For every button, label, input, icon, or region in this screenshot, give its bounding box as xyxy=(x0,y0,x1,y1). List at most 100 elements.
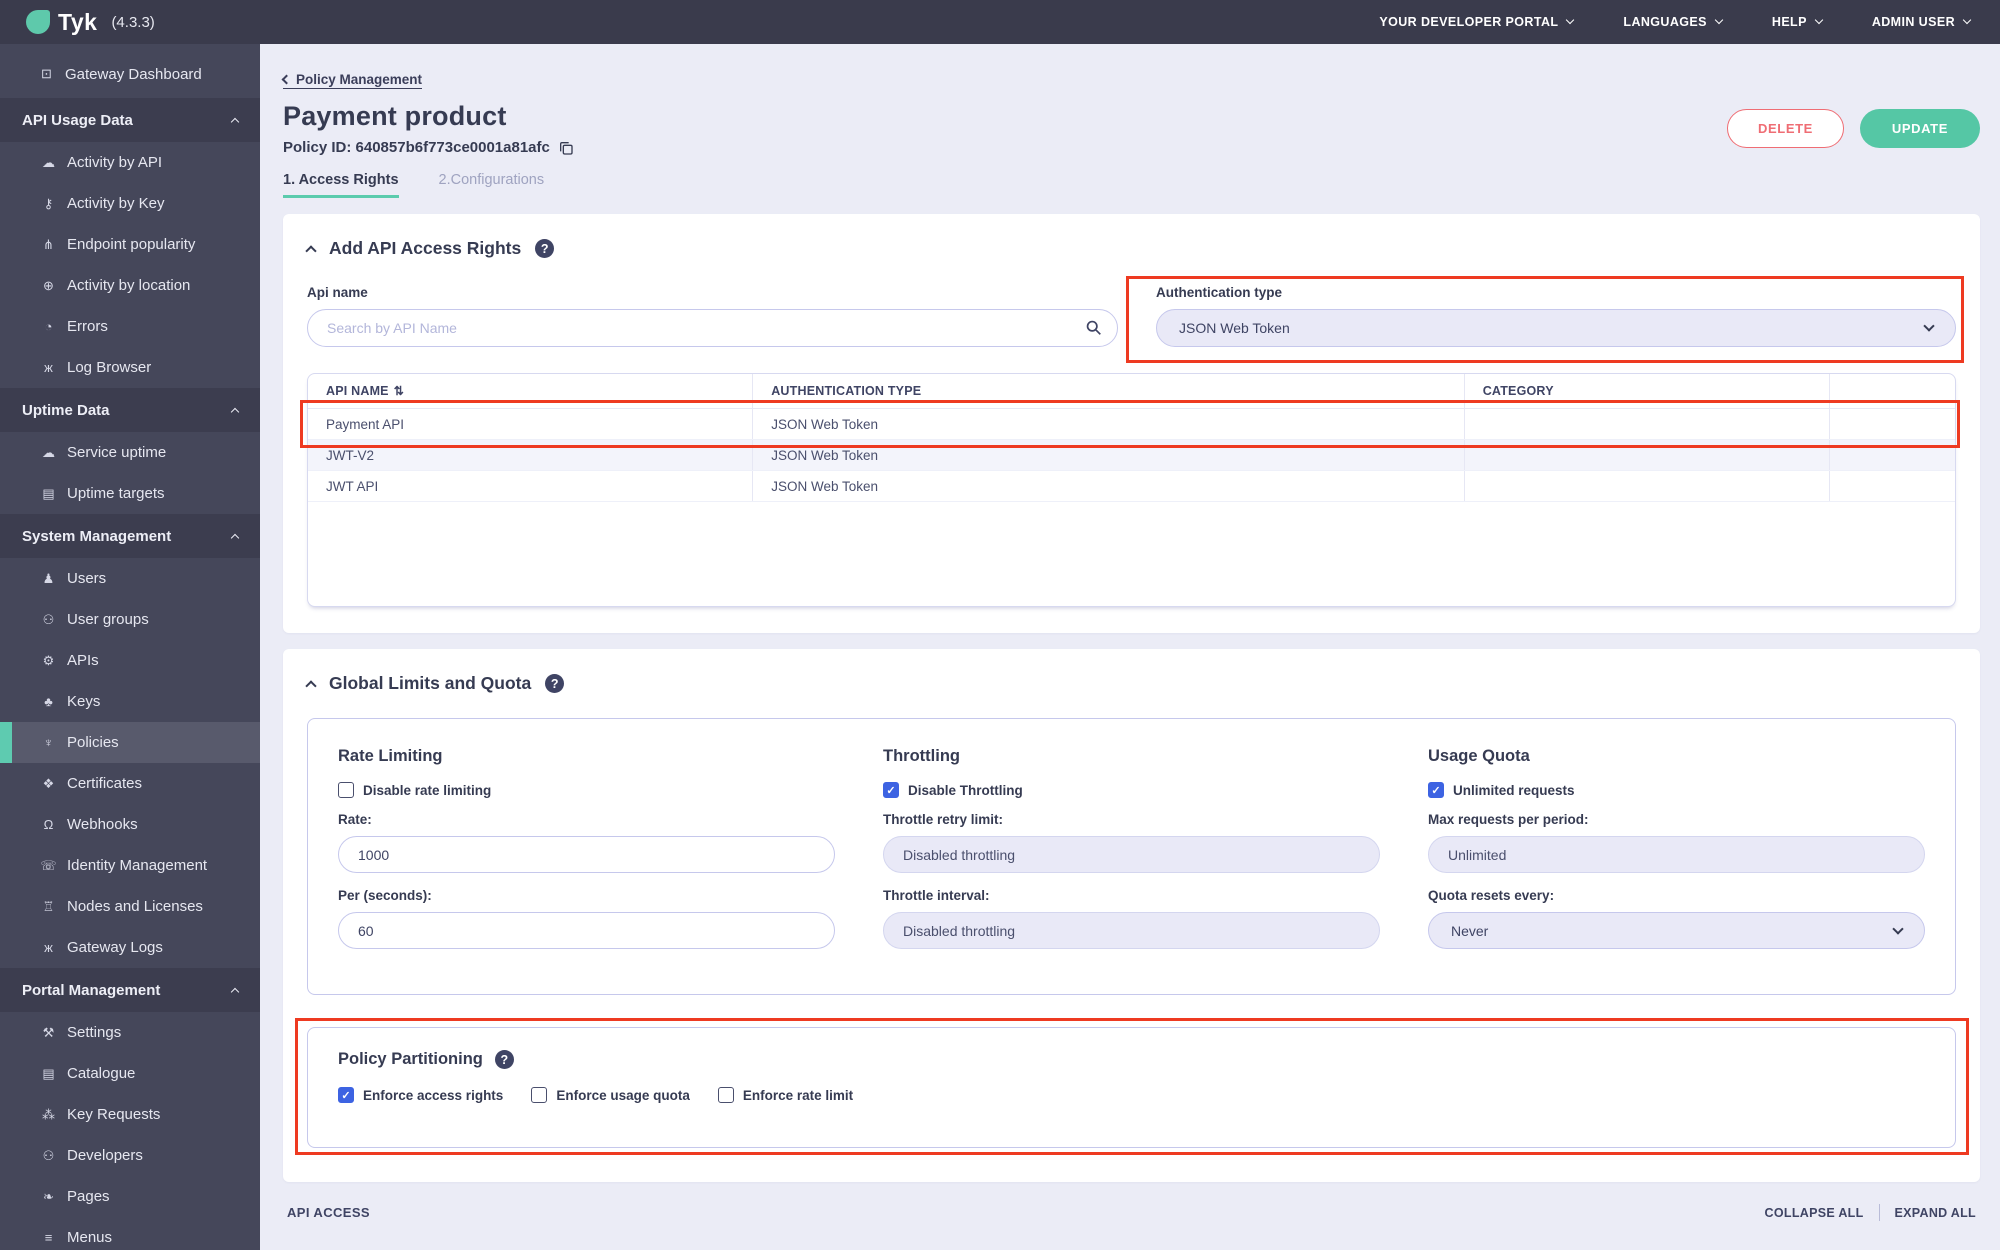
sidebar-item-webhooks[interactable]: Ω Webhooks xyxy=(0,804,260,845)
list-icon: ▤ xyxy=(42,1065,55,1081)
sidebar-item-endpoint-popularity[interactable]: ⋔ Endpoint popularity xyxy=(0,224,260,265)
disable-rate-limiting-checkbox-row[interactable]: Disable rate limiting xyxy=(338,782,835,798)
per-seconds-input[interactable] xyxy=(338,912,835,949)
sidebar-item-gateway-dashboard[interactable]: ⊡ Gateway Dashboard xyxy=(0,50,260,98)
copy-icon[interactable] xyxy=(558,140,574,156)
table-row-payment-api[interactable]: Payment API JSON Web Token xyxy=(308,408,1955,440)
max-requests-label: Max requests per period: xyxy=(1428,812,1589,827)
enforce-usage-quota-checkbox-row[interactable]: Enforce usage quota xyxy=(531,1087,690,1103)
breadcrumb[interactable]: Policy Management xyxy=(281,72,423,89)
table-row-jwt-v2[interactable]: JWT-V2 JSON Web Token xyxy=(308,439,1955,471)
sidebar-item-activity-by-api[interactable]: ☁ Activity by API xyxy=(0,142,260,183)
delete-button[interactable]: DELETE xyxy=(1727,109,1844,148)
sidebar-item-key-requests[interactable]: ⁂ Key Requests xyxy=(0,1094,260,1135)
sidebar: ⊡ Gateway Dashboard API Usage Data ☁ Act… xyxy=(0,44,260,1250)
usage-quota-title: Usage Quota xyxy=(1428,747,1530,765)
menu-help[interactable]: HELP xyxy=(1772,15,1824,29)
api-name-label: Api name xyxy=(307,285,368,300)
user-icon: ♟ xyxy=(42,570,55,586)
throttling-title: Throttling xyxy=(883,747,960,765)
chevron-up-icon xyxy=(230,117,240,127)
sidebar-item-nodes-and-licenses[interactable]: ♖ Nodes and Licenses xyxy=(0,886,260,927)
auth-type-select[interactable]: JSON Web Token xyxy=(1156,309,1956,347)
users-icon: ⚇ xyxy=(42,611,55,627)
handset-icon: ☏ xyxy=(40,857,57,873)
enforce-rate-limit-checkbox[interactable] xyxy=(717,1087,734,1103)
throttling-column: Throttling Disable Throttling Throttle r… xyxy=(883,747,1380,964)
sidebar-item-service-uptime[interactable]: ☁ Service uptime xyxy=(0,432,260,473)
sidebar-item-developers[interactable]: ⚇ Developers xyxy=(0,1135,260,1176)
sort-icon[interactable]: ⇅ xyxy=(394,384,404,398)
tab-configurations[interactable]: 2.Configurations xyxy=(439,172,545,198)
section-title: Add API Access Rights xyxy=(329,238,522,258)
update-button[interactable]: UPDATE xyxy=(1859,109,1980,148)
sidebar-section-portal-management[interactable]: Portal Management xyxy=(0,968,260,1012)
sidebar-item-policies[interactable]: ♆ Policies xyxy=(0,722,260,763)
collapse-section-icon[interactable] xyxy=(305,244,317,257)
unlimited-requests-checkbox-row[interactable]: Unlimited requests xyxy=(1428,782,1925,798)
footer-bar: API ACCESS COLLAPSE ALL EXPAND ALL xyxy=(283,1204,1980,1221)
sidebar-section-api-usage-data[interactable]: API Usage Data xyxy=(0,98,260,142)
global-limits-card: Global Limits and Quota ? Rate Limiting … xyxy=(283,649,1980,1182)
tyk-logo[interactable]: Tyk (4.3.3) xyxy=(26,9,155,36)
disable-throttling-checkbox[interactable] xyxy=(883,782,899,798)
rate-label: Rate: xyxy=(338,812,372,827)
rate-limiting-column: Rate Limiting Disable rate limiting Rate… xyxy=(338,747,835,964)
sidebar-section-system-management[interactable]: System Management xyxy=(0,514,260,558)
menu-admin-user[interactable]: ADMIN USER xyxy=(1872,15,1972,29)
api-name-search-input[interactable] xyxy=(307,309,1118,347)
plug-icon: ♆ xyxy=(43,735,54,750)
rate-input[interactable] xyxy=(338,836,835,873)
collapse-all-button[interactable]: COLLAPSE ALL xyxy=(1765,1206,1864,1220)
sidebar-item-uptime-targets[interactable]: ▤ Uptime targets xyxy=(0,473,260,514)
sidebar-item-apis[interactable]: ⚙ APIs xyxy=(0,640,260,681)
tab-access-rights[interactable]: 1. Access Rights xyxy=(283,172,399,198)
limits-panel: Rate Limiting Disable rate limiting Rate… xyxy=(307,718,1956,995)
logo-text: Tyk xyxy=(58,8,98,35)
sidebar-item-user-groups[interactable]: ⚇ User groups xyxy=(0,599,260,640)
sidebar-item-settings[interactable]: ⚒ Settings xyxy=(0,1012,260,1053)
enforce-rate-limit-checkbox-row[interactable]: Enforce rate limit xyxy=(717,1087,853,1103)
help-icon[interactable]: ? xyxy=(545,674,565,693)
sidebar-item-keys[interactable]: ♣ Keys xyxy=(0,681,260,722)
version-label: (4.3.3) xyxy=(111,13,155,31)
column-header-api-name[interactable]: API NAME ⇅ xyxy=(308,374,754,409)
sidebar-item-log-browser[interactable]: ж Log Browser xyxy=(0,347,260,388)
add-api-access-rights-card: Add API Access Rights ? Api name Authent… xyxy=(283,214,1980,633)
chevron-up-icon xyxy=(230,407,240,417)
sidebar-item-identity-management[interactable]: ☏ Identity Management xyxy=(0,845,260,886)
sidebar-item-users[interactable]: ♟ Users xyxy=(0,558,260,599)
chevron-down-icon xyxy=(1962,15,1972,25)
table-row-jwt-api[interactable]: JWT API JSON Web Token xyxy=(308,470,1955,502)
disable-throttling-checkbox-row[interactable]: Disable Throttling xyxy=(883,782,1380,798)
sidebar-item-gateway-logs[interactable]: ж Gateway Logs xyxy=(0,927,260,968)
enforce-access-rights-checkbox[interactable] xyxy=(338,1087,354,1103)
unlimited-requests-checkbox[interactable] xyxy=(1428,782,1444,798)
help-icon[interactable]: ? xyxy=(535,239,555,258)
menu-developer-portal[interactable]: YOUR DEVELOPER PORTAL xyxy=(1379,15,1575,29)
cloud-icon: ☁ xyxy=(42,444,55,460)
sidebar-section-uptime-data[interactable]: Uptime Data xyxy=(0,388,260,432)
bug-icon: ж xyxy=(44,940,53,955)
sidebar-item-catalogue[interactable]: ▤ Catalogue xyxy=(0,1053,260,1094)
list-icon: ▤ xyxy=(42,485,55,501)
sidebar-item-activity-by-key[interactable]: ⚷ Activity by Key xyxy=(0,183,260,224)
disable-rate-limiting-checkbox[interactable] xyxy=(338,782,354,798)
enforce-usage-quota-checkbox[interactable] xyxy=(531,1087,548,1103)
sidebar-item-menus[interactable]: ≡ Menus xyxy=(0,1217,260,1250)
page-title: Payment product xyxy=(283,101,507,131)
help-icon[interactable]: ? xyxy=(494,1050,514,1069)
sidebar-item-errors[interactable]: ◔ Errors xyxy=(0,306,260,347)
globe-icon: ⊕ xyxy=(43,277,54,293)
cloud-icon: ☁ xyxy=(42,154,55,170)
expand-all-button[interactable]: EXPAND ALL xyxy=(1895,1206,1976,1220)
sidebar-item-activity-by-location[interactable]: ⊕ Activity by location xyxy=(0,265,260,306)
enforce-access-rights-checkbox-row[interactable]: Enforce access rights xyxy=(338,1087,503,1103)
menu-languages[interactable]: LANGUAGES xyxy=(1623,15,1724,29)
quota-resets-select[interactable]: Never xyxy=(1428,912,1925,949)
collapse-section-icon[interactable] xyxy=(305,679,317,692)
sidebar-item-certificates[interactable]: ❖ Certificates xyxy=(0,763,260,804)
column-header-empty xyxy=(1829,374,1955,409)
usage-quota-column: Usage Quota Unlimited requests Max reque… xyxy=(1428,747,1925,964)
sidebar-item-pages[interactable]: ❧ Pages xyxy=(0,1176,260,1217)
